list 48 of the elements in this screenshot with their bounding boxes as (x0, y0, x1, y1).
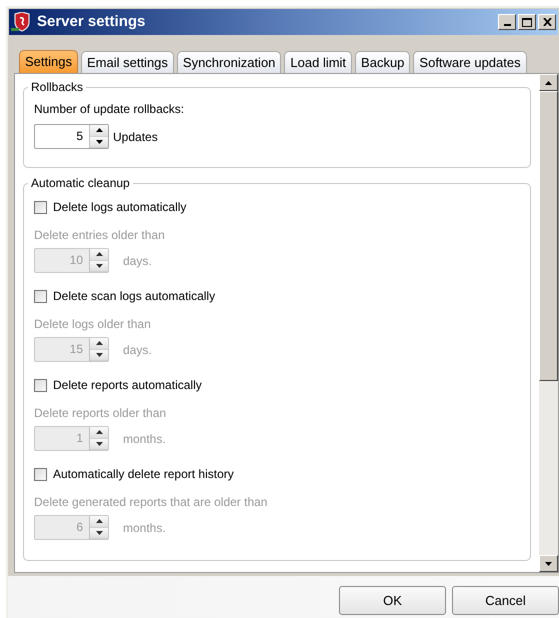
unit-label: Updates (113, 128, 158, 146)
unit-label: days. (123, 342, 152, 358)
tab[interactable]: Synchronization (176, 51, 282, 73)
up-arrow-icon (96, 128, 102, 132)
up-arrow-icon (96, 341, 102, 346)
up-arrow-icon (96, 519, 102, 524)
number-spinner[interactable]: 5 (34, 124, 109, 149)
field-label: Number of update rollbacks: (34, 101, 186, 118)
tab[interactable]: Settings (19, 50, 78, 73)
down-arrow-icon (545, 562, 552, 566)
scroll-thumb[interactable] (539, 91, 558, 381)
scroll-down-button[interactable] (539, 555, 558, 572)
checkbox-label: Delete logs automatically (53, 199, 186, 216)
field-label: Delete reports older than (34, 405, 168, 422)
spin-down-button[interactable] (90, 136, 108, 148)
dialog-button[interactable]: Cancel (452, 586, 559, 615)
spin-up-button[interactable] (90, 125, 108, 136)
unit-label: months. (123, 520, 166, 536)
close-icon (542, 18, 552, 26)
checkbox-label: Automatically delete report history (53, 466, 234, 483)
dialog-button[interactable]: OK (339, 586, 446, 615)
tab[interactable]: Email settings (80, 51, 174, 73)
down-arrow-icon (96, 530, 102, 535)
down-arrow-icon (96, 264, 102, 268)
close-button[interactable] (538, 14, 556, 30)
group-title: Rollbacks (30, 79, 84, 96)
tab[interactable]: Load limit (284, 51, 352, 73)
scrollbar[interactable] (539, 74, 558, 572)
unit-label: days. (123, 252, 152, 270)
field-label: Delete generated reports that are older than (34, 494, 268, 511)
minimize-button[interactable] (498, 14, 516, 30)
field-label: Delete logs older than (34, 316, 152, 333)
up-arrow-icon (545, 80, 552, 84)
tab[interactable]: Backup (355, 51, 410, 73)
unit-label: months. (123, 430, 166, 448)
down-arrow-icon (96, 442, 102, 446)
checkbox-label: Delete scan logs automatically (53, 288, 216, 305)
field-label: Delete entries older than (34, 227, 166, 244)
down-arrow-icon (96, 140, 102, 144)
checkbox-label: Delete reports automatically (53, 377, 202, 394)
window-title: Server settings (37, 12, 146, 32)
up-arrow-icon (96, 252, 102, 256)
up-arrow-icon (96, 430, 102, 434)
maximize-button[interactable] (518, 14, 536, 30)
group-title: Automatic cleanup (30, 175, 131, 192)
tab[interactable]: Software updates (413, 51, 527, 73)
scroll-up-button[interactable] (539, 74, 558, 91)
down-arrow-icon (96, 352, 102, 357)
